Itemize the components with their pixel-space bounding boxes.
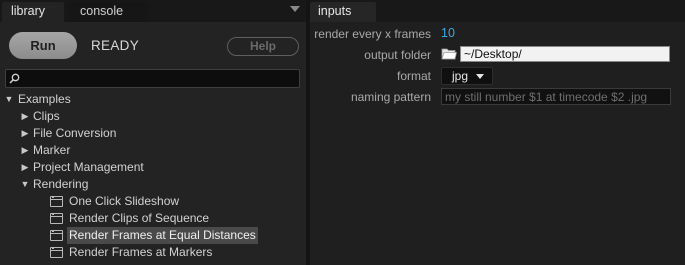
tree-label: Examples [18, 92, 71, 106]
tree-label: File Conversion [33, 126, 117, 140]
tree-script-item-selected[interactable]: Render Frames at Equal Distances [0, 227, 306, 244]
tree-folder-examples[interactable]: ▼ Examples [0, 91, 306, 108]
run-button[interactable]: Run [9, 32, 77, 59]
tree-script-item[interactable]: One Click Slideshow [0, 193, 306, 210]
tree-folder-file-conversion[interactable]: ▶ File Conversion [0, 125, 306, 142]
script-file-icon [50, 230, 63, 241]
tree-label: Project Management [33, 160, 144, 174]
tab-library[interactable]: library [2, 2, 64, 22]
collapsed-triangle-icon[interactable]: ▶ [19, 159, 31, 176]
format-value: jpg [452, 69, 469, 83]
status-text: READY [91, 38, 140, 53]
tree-label: Render Clips of Sequence [69, 211, 210, 225]
expanded-triangle-icon[interactable]: ▼ [19, 176, 31, 193]
search-row [0, 68, 306, 89]
tree-label: Render Frames at Markers [69, 245, 213, 259]
frames-value[interactable]: 10 [441, 26, 455, 40]
tree-label: Clips [33, 109, 60, 123]
left-tab-bar: library console [0, 0, 306, 22]
search-input[interactable] [5, 69, 300, 88]
frames-label: render every x frames [314, 27, 431, 41]
tree-folder-marker[interactable]: ▶ Marker [0, 142, 306, 159]
format-label: format [396, 69, 431, 83]
script-file-icon [50, 196, 63, 207]
library-panel: library console Run READY Help ▼ Example… [0, 0, 306, 265]
collapsed-triangle-icon[interactable]: ▶ [19, 108, 31, 125]
tree-folder-clips[interactable]: ▶ Clips [0, 108, 306, 125]
help-button[interactable]: Help [227, 37, 299, 56]
output-folder-label: output folder [364, 48, 431, 62]
search-icon [9, 73, 20, 84]
collapsed-triangle-icon[interactable]: ▶ [19, 125, 31, 142]
right-tab-bar: inputs [310, 0, 685, 22]
dropdown-arrow-icon [476, 74, 484, 79]
run-bar: Run READY Help [0, 22, 306, 68]
output-folder-field[interactable]: ~/Desktop/ [460, 46, 670, 62]
tree-label: Render Frames at Equal Distances [67, 227, 258, 244]
collapsed-triangle-icon[interactable]: ▶ [19, 142, 31, 159]
tab-inputs[interactable]: inputs [310, 2, 376, 22]
naming-pattern-input[interactable] [441, 88, 671, 105]
format-dropdown[interactable]: jpg [441, 67, 493, 85]
naming-pattern-label: naming pattern [350, 90, 431, 104]
tree-folder-project-management[interactable]: ▶ Project Management [0, 159, 306, 176]
tree-folder-rendering[interactable]: ▼ Rendering [0, 176, 306, 193]
tree-label: One Click Slideshow [69, 194, 180, 208]
panel-menu-arrow-icon[interactable] [290, 6, 300, 12]
script-file-icon [50, 247, 63, 258]
inputs-panel: inputs render every x frames 10 output f… [310, 0, 685, 265]
tree-script-item[interactable]: Render Frames at Markers [0, 244, 306, 261]
folder-icon[interactable] [441, 47, 457, 60]
tree-label: Rendering [33, 177, 89, 191]
tree-label: Marker [33, 143, 71, 157]
tab-console[interactable]: console [68, 2, 148, 22]
tree-script-item[interactable]: Render Clips of Sequence [0, 210, 306, 227]
expanded-triangle-icon[interactable]: ▼ [3, 91, 15, 108]
script-file-icon [50, 213, 63, 224]
